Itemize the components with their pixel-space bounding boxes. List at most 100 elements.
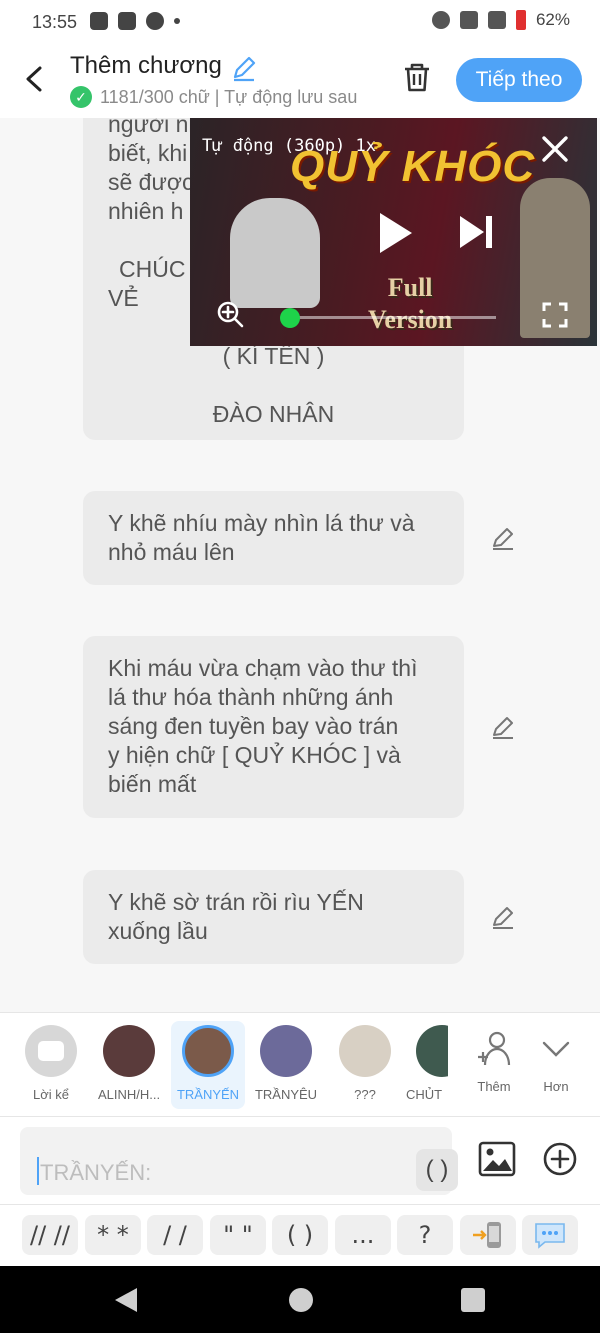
text-caret: [37, 1157, 39, 1185]
image-icon[interactable]: [478, 1141, 516, 1177]
story-block-3[interactable]: Khi máu vừa chạm vào thư thì lá thư hóa …: [83, 636, 464, 818]
symbol-ellipsis-button[interactable]: ...: [335, 1215, 391, 1255]
character-selector: Lời kể ALINH/H... TRẦNYẾN TRẦNYÊU ??? CH…: [0, 1012, 600, 1116]
nav-home-icon[interactable]: [289, 1288, 313, 1312]
status-time: 13:55: [32, 12, 78, 32]
back-arrow-icon[interactable]: [18, 62, 52, 96]
word-count-status: ✓ 1181/300 chữ | Tự động lưu sau: [70, 86, 380, 108]
avatar: [182, 1025, 234, 1077]
nav-back-icon[interactable]: [115, 1288, 137, 1312]
story-line: Y khẽ sờ trán rồi rìu YẾN: [108, 889, 364, 915]
story-line: ( KÍ TÊN ): [222, 343, 325, 369]
close-icon[interactable]: [540, 134, 570, 164]
edit-pencil-icon[interactable]: [490, 904, 516, 930]
more-label: Hơn: [543, 1079, 569, 1094]
avatar: [339, 1025, 391, 1077]
story-line: biến mất: [108, 771, 197, 797]
story-line: Khi máu vừa chạm vào thư thì: [108, 655, 418, 681]
story-line: CHÚC: [119, 256, 186, 282]
edit-pencil-icon[interactable]: [490, 714, 516, 740]
symbol-quote-button[interactable]: " ": [210, 1215, 266, 1255]
add-character-button[interactable]: Thêm: [464, 1023, 524, 1107]
chat-bubble-icon: [38, 1041, 64, 1061]
symbol-asterisk-button[interactable]: * *: [85, 1215, 141, 1255]
avatar: [103, 1025, 155, 1077]
next-button[interactable]: Tiếp theo: [456, 58, 582, 102]
edit-pencil-icon[interactable]: [490, 525, 516, 551]
page-title: Thêm chương: [70, 52, 222, 79]
character-name: CHỦT: [406, 1087, 443, 1102]
symbol-shortcut-bar: // // * * / / " " ( ) ... ?: [0, 1204, 600, 1266]
symbol-paren-button[interactable]: ( ): [272, 1215, 328, 1255]
vibrate-icon: [459, 11, 478, 29]
character-name: Lời kể: [33, 1087, 69, 1102]
story-line: sáng đen tuyền bay vào trán: [108, 713, 399, 739]
character-tranyeu[interactable]: TRẦNYÊU: [249, 1021, 323, 1109]
alarm-icon: [431, 11, 450, 29]
add-character-label: Thêm: [477, 1079, 511, 1094]
input-placeholder: TRẦNYẾN:: [40, 1160, 152, 1185]
character-alinh[interactable]: ALINH/H...: [92, 1021, 166, 1109]
status-notification-icons: [90, 12, 180, 30]
character-name: TRẦNYÊU: [254, 1087, 318, 1102]
add-circle-icon[interactable]: [542, 1141, 578, 1177]
parentheses-button[interactable]: ( ): [416, 1149, 458, 1191]
symbol-slash-button[interactable]: / /: [147, 1215, 203, 1255]
avatar: [416, 1025, 448, 1077]
story-line: biết, khi: [108, 140, 188, 166]
video-player[interactable]: Tự động (360p) 1x QUỶ KHÓC Full Version: [190, 118, 597, 346]
character-narration[interactable]: Lời kể: [14, 1021, 88, 1109]
nav-recents-icon[interactable]: [461, 1288, 485, 1312]
system-navigation-bar: [0, 1266, 600, 1333]
story-block-4[interactable]: Y khẽ sờ trán rồi rìu YẾN xuống lầu: [83, 870, 464, 964]
character-unknown[interactable]: ???: [328, 1021, 402, 1109]
battery-icon: [515, 10, 526, 30]
phone-switch-icon: [473, 1222, 501, 1248]
video-progress-track[interactable]: [286, 316, 496, 319]
avatar: [260, 1025, 312, 1077]
character-name: TRẦNYẾN: [176, 1087, 240, 1102]
character-tranyen-selected[interactable]: TRẦNYẾN: [171, 1021, 245, 1109]
story-block-2[interactable]: Y khẽ nhíu mày nhìn lá thư và nhỏ máu lê…: [83, 491, 464, 585]
play-icon[interactable]: [380, 213, 412, 253]
character-name: ALINH/H...: [97, 1087, 161, 1102]
chat-bubble-button[interactable]: [522, 1215, 578, 1255]
shutter-icon: [146, 12, 164, 30]
check-icon: ✓: [70, 86, 92, 108]
dot-icon: [174, 18, 180, 24]
edit-title-pencil-icon[interactable]: [230, 54, 258, 82]
character-chut[interactable]: CHỦT: [400, 1021, 448, 1109]
story-line: lá thư hóa thành những ánh: [108, 684, 394, 710]
more-button[interactable]: Hơn: [526, 1023, 586, 1107]
youtube-icon: [90, 12, 108, 30]
video-full-version-art: Full Version: [368, 272, 452, 336]
story-line: nhiên h: [108, 198, 184, 224]
skip-next-icon[interactable]: [456, 212, 496, 252]
story-line: Y khẽ nhíu mày nhìn lá thư và: [108, 510, 415, 536]
trash-icon[interactable]: [400, 60, 434, 94]
video-title-art: QUỶ KHÓC: [290, 142, 536, 191]
mail-icon: [118, 12, 136, 30]
header-bar: Thêm chương ✓ 1181/300 chữ | Tự động lưu…: [0, 44, 600, 118]
story-line: y hiện chữ [ QUỶ KHÓC ] và: [108, 742, 401, 768]
symbol-question-button[interactable]: ?: [397, 1215, 453, 1255]
speech-bubble-icon: [535, 1223, 565, 1249]
video-version-text: Version: [368, 305, 453, 334]
story-line: sẽ được: [108, 169, 194, 195]
story-line: VẺ: [108, 285, 139, 311]
dialogue-input[interactable]: TRẦNYẾN: ( ): [20, 1127, 458, 1195]
zoom-in-icon[interactable]: [216, 300, 244, 328]
switch-device-button[interactable]: [460, 1215, 516, 1255]
status-system-icons: 62%: [431, 10, 570, 30]
character-name: ???: [354, 1087, 376, 1102]
story-line: ĐÀO NHÂN: [212, 401, 335, 427]
story-line: nhỏ máu lên: [108, 539, 235, 565]
narration-avatar: [25, 1025, 77, 1077]
symbol-double-slash-button[interactable]: // //: [22, 1215, 78, 1255]
fullscreen-icon[interactable]: [542, 302, 568, 328]
video-full-text: Full: [387, 273, 433, 302]
chevron-down-icon: [542, 1041, 570, 1057]
video-character-left: [230, 198, 320, 308]
status-bar: 13:55 62%: [0, 0, 600, 44]
composer-bar: TRẦNYẾN: ( ): [0, 1116, 600, 1204]
